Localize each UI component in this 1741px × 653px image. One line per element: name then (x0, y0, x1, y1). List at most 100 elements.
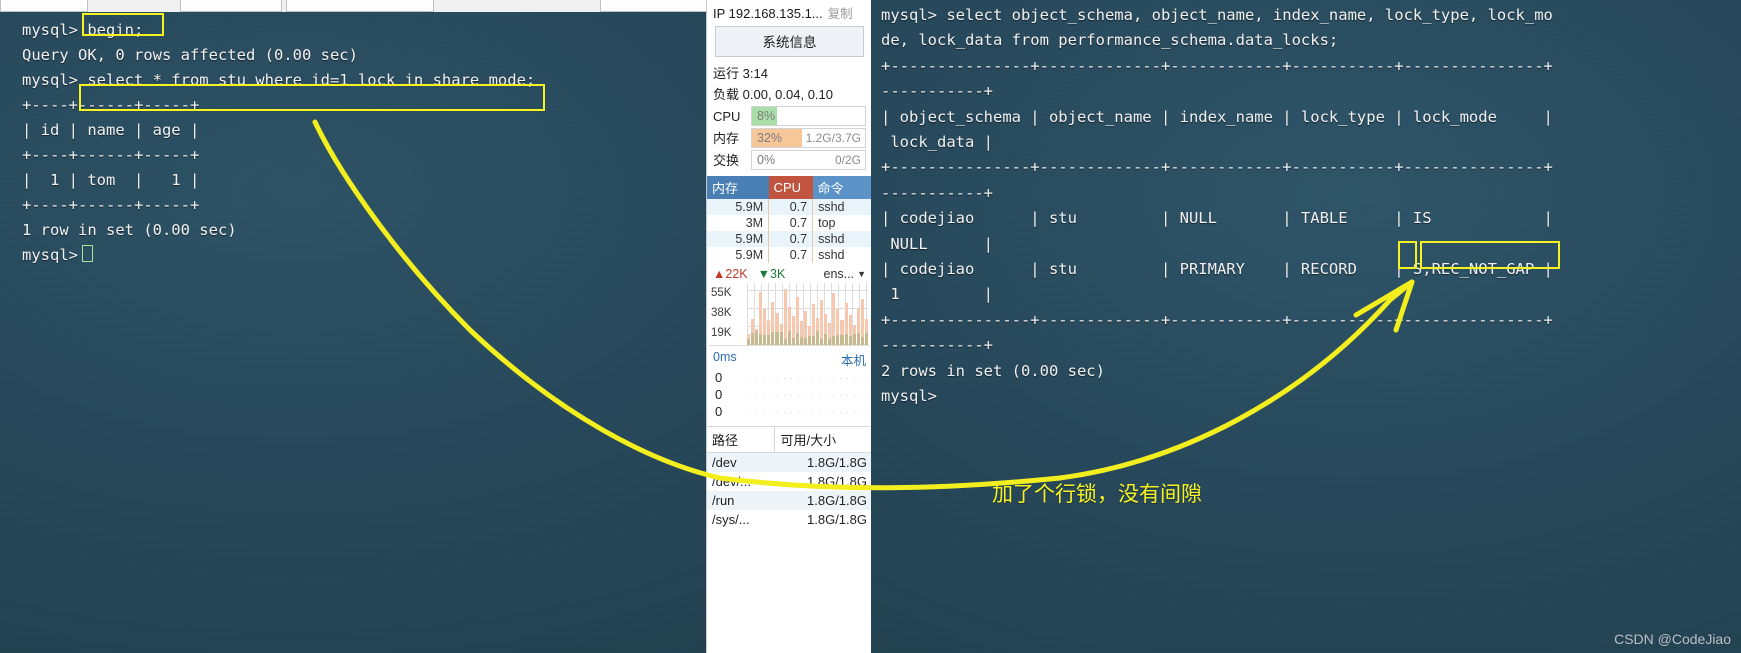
disk-table: 路径 可用/大小 /dev 1.8G/1.8G /dev/... 1.8G/1.… (707, 426, 872, 529)
network-graph-bar-base (844, 334, 848, 345)
disk-path: /run (707, 491, 775, 510)
network-graph-bar (824, 314, 828, 345)
network-interface-selector[interactable]: ens... ▼ (824, 267, 867, 281)
table-row[interactable]: /dev/... 1.8G/1.8G (707, 472, 872, 491)
terminal-line: | id | name | age | (22, 121, 200, 139)
network-graph-bar (751, 318, 755, 345)
cpu-meter-value: 8% (757, 109, 776, 123)
right-terminal-session-b[interactable]: mysql> select object_schema, object_name… (871, 0, 1741, 653)
left-terminal-session-a[interactable]: mysql> begin; Query OK, 0 rows affected … (0, 12, 706, 653)
network-interface-label: ens... (823, 267, 855, 281)
memory-meter: 32% 1.2G/3.7G (751, 128, 866, 148)
process-cpu: 0.7 (768, 199, 814, 215)
network-graph-bar (840, 320, 844, 345)
table-row[interactable]: /run 1.8G/1.8G (707, 491, 872, 510)
process-col-memory[interactable]: 内存 (707, 176, 769, 199)
axis-tick: 19K (711, 327, 732, 339)
disk-col-path[interactable]: 路径 (707, 426, 776, 453)
network-graph-bar-base (779, 332, 783, 345)
network-graph-bar-base (783, 339, 787, 345)
process-cpu: 0.7 (768, 231, 814, 247)
disk-size: 1.8G/1.8G (774, 452, 872, 472)
network-graph-bar (779, 323, 783, 345)
network-graph-bar (759, 291, 763, 345)
process-col-cpu[interactable]: CPU (768, 176, 813, 199)
network-graph-bar-base (747, 339, 751, 345)
process-memory: 5.9M (707, 199, 770, 215)
terminal-line: lock_data | (881, 133, 993, 152)
tab-chip-3[interactable] (286, 0, 434, 12)
tab-chip-2[interactable] (180, 0, 282, 12)
system-info-button[interactable]: 系统信息 (715, 26, 864, 57)
process-col-command[interactable]: 命令 (812, 176, 872, 199)
network-graph-bar (812, 304, 816, 345)
terminal-prompt: mysql> (22, 246, 78, 264)
terminal-line: mysql> select object_schema, object_name… (881, 6, 1553, 24)
cpu-meter-label: CPU (713, 108, 741, 124)
network-graph-bar (799, 321, 803, 345)
memory-meter-value: 32% (757, 131, 783, 145)
latency-row-track (749, 404, 870, 419)
system-monitor-panel[interactable]: IP 192.168.135.1... 复制 系统信息 运行 3:14 负载 0… (706, 0, 873, 653)
latency-row-value: 0 (715, 404, 723, 419)
terminal-line: | 1 | tom | 1 | (22, 171, 200, 189)
network-graph-bar (771, 301, 775, 345)
terminal-line: 1 row in set (0.00 sec) (22, 221, 237, 239)
disk-path: /dev/... (712, 474, 752, 489)
process-cpu: 0.7 (768, 215, 814, 231)
disk-col-size[interactable]: 可用/大小 (774, 426, 872, 453)
swap-meter-detail: 0/2G (834, 153, 861, 167)
network-graph-bar-base (787, 331, 791, 345)
network-graph-bar (828, 322, 832, 345)
latency-header: 0ms 本机 (707, 346, 872, 369)
network-graph-bar-base (840, 335, 844, 345)
network-graph-bar (816, 317, 820, 345)
process-cpu: 0.7 (768, 247, 814, 263)
table-row[interactable]: 3M 0.7 top (707, 215, 872, 231)
terminal-line: -----------+ (881, 336, 993, 355)
network-graph-axis: 55K 38K 19K (711, 283, 745, 343)
latency-host-label[interactable]: 本机 (841, 350, 866, 369)
chevron-down-icon: ▼ (857, 269, 866, 279)
cpu-meter-row: CPU 8% (707, 105, 872, 127)
tab-chip-4[interactable] (600, 0, 708, 12)
process-memory: 3M (707, 215, 770, 231)
terminal-line: | codejiao | stu | PRIMARY | RECORD | S,… (881, 260, 1553, 279)
copy-ip-button[interactable]: 复制 (828, 3, 853, 22)
download-value: 3K (770, 267, 786, 281)
terminal-line: 2 rows in set (0.00 sec) (881, 361, 1105, 380)
network-graph-bar-base (807, 336, 811, 345)
load-value: 0.00, 0.04, 0.10 (742, 87, 833, 102)
network-graph-bar (852, 325, 856, 345)
network-graph-bar-base (824, 334, 828, 345)
disk-size: 1.8G/1.8G (774, 491, 872, 510)
disk-size: 1.8G/1.8G (807, 474, 867, 489)
terminal-prompt-line: mysql> (881, 387, 937, 406)
disk-path: /dev (707, 452, 775, 472)
terminal-cursor (82, 245, 93, 262)
tab-chip-1[interactable] (0, 0, 88, 12)
table-row[interactable]: 5.9M 0.7 sshd (707, 199, 872, 215)
terminal-line: +---------------+-------------+---------… (881, 158, 1553, 177)
process-command: sshd (818, 232, 845, 246)
upload-arrow-icon: ▲22K (713, 267, 748, 281)
network-graph-bar-base (759, 334, 763, 345)
load-row: 负载 0.00, 0.04, 0.10 (707, 84, 872, 105)
load-label: 负载 (713, 87, 740, 102)
terminal-line: +---------------+-------------+---------… (881, 310, 1553, 329)
network-graph-bar (832, 292, 836, 345)
table-row[interactable]: /dev 1.8G/1.8G (707, 452, 872, 472)
terminal-line: | codejiao | stu | NULL | TABLE | IS | (881, 209, 1553, 228)
table-row[interactable]: 5.9M 0.7 sshd (707, 247, 872, 263)
table-row[interactable]: 5.9M 0.7 sshd (707, 231, 872, 247)
table-row[interactable]: /sys/... 1.8G/1.8G (707, 510, 872, 529)
network-graph-bar-base (799, 337, 803, 345)
latency-row: 0 (709, 369, 870, 386)
network-graph-bar (795, 296, 799, 345)
network-graph-bar-base (816, 331, 820, 345)
network-graph-bar (836, 309, 840, 345)
process-table: 内存 CPU 命令 5.9M 0.7 sshd 3M 0.7 top 5.9M … (707, 176, 872, 263)
terminal-prompt-line: mysql> (22, 243, 535, 268)
network-graph-bar-base (856, 333, 860, 345)
network-graph-bar-base (791, 338, 795, 345)
